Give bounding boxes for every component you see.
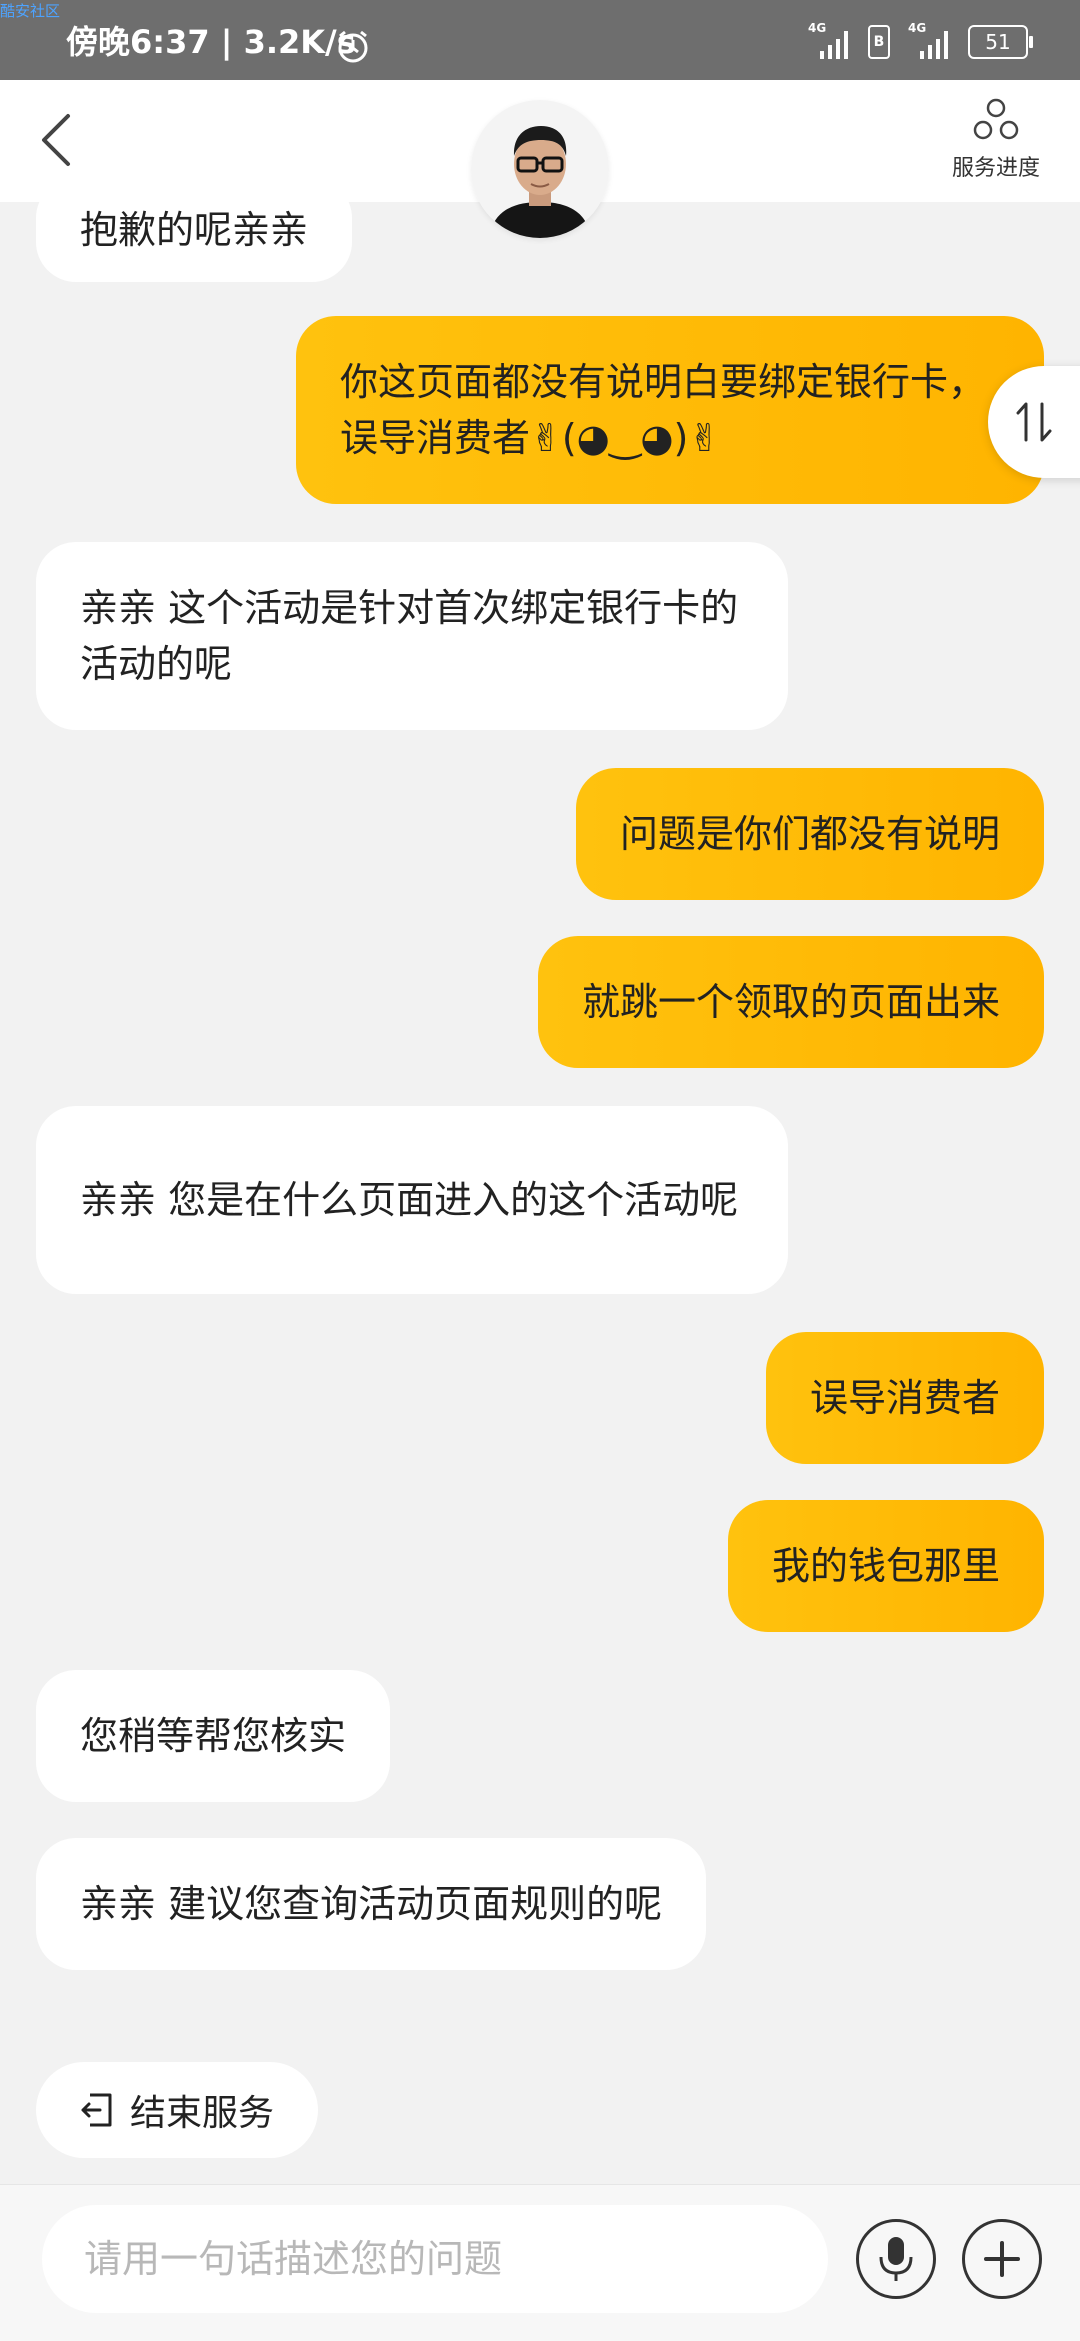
chat-message-list[interactable]: 抱歉的呢亲亲 你这页面都没有说明白要绑定银行卡，误导消费者✌(◕‿◕)✌ 亲亲 … bbox=[0, 202, 1080, 2032]
message-input-bar bbox=[0, 2184, 1080, 2341]
message-text: 抱歉的呢亲亲 bbox=[80, 208, 309, 252]
status-time-speed: 傍晚6:37 | 3.2K/s bbox=[66, 23, 356, 61]
user-message: 你这页面都没有说明白要绑定银行卡，误导消费者✌(◕‿◕)✌ bbox=[296, 316, 1044, 504]
chevron-left-icon bbox=[42, 114, 70, 166]
service-progress-icon bbox=[973, 98, 1019, 140]
message-text: 亲亲 这个活动是针对首次绑定银行卡的活动的呢 bbox=[80, 586, 739, 686]
user-message: 误导消费者 bbox=[765, 1332, 1044, 1464]
message-input[interactable] bbox=[42, 2205, 828, 2313]
person-photo-icon bbox=[471, 100, 609, 238]
user-message: 就跳一个领取的页面出来 bbox=[537, 936, 1044, 1068]
message-text: 亲亲 您是在什么页面进入的这个活动呢 bbox=[80, 1178, 739, 1222]
end-service-label: 结束服务 bbox=[130, 2093, 275, 2134]
agent-message: 您稍等帮您核实 bbox=[36, 1670, 391, 1802]
service-progress-button[interactable]: 服务进度 bbox=[926, 98, 1066, 182]
back-button[interactable] bbox=[30, 110, 90, 170]
microphone-icon bbox=[879, 2237, 913, 2281]
message-text: 就跳一个领取的页面出来 bbox=[581, 980, 1000, 1024]
more-options-button[interactable] bbox=[962, 2219, 1042, 2299]
message-text: 您稍等帮您核实 bbox=[80, 1714, 347, 1758]
cell-signal-icon: 4G bbox=[908, 21, 950, 59]
agent-message: 亲亲 您是在什么页面进入的这个活动呢 bbox=[36, 1106, 788, 1294]
nav-bar: 服务进度 bbox=[0, 80, 1080, 238]
message-text: 问题是你们都没有说明 bbox=[619, 812, 1000, 856]
battery-icon: 51 bbox=[968, 25, 1033, 59]
message-text: 我的钱包那里 bbox=[771, 1544, 1000, 1588]
watermark-text: 酷安社区 bbox=[0, 2, 61, 20]
swap-vertical-icon bbox=[1016, 402, 1052, 442]
end-service-button[interactable]: 结束服务 bbox=[36, 2062, 319, 2158]
status-icons: 4G B 4G 51 bbox=[808, 21, 1033, 62]
service-progress-label: 服务进度 bbox=[951, 156, 1040, 181]
user-message: 我的钱包那里 bbox=[727, 1500, 1044, 1632]
message-text: 误导消费者 bbox=[809, 1376, 1000, 1420]
message-text: 你这页面都没有说明白要绑定银行卡，误导消费者✌(◕‿◕)✌ bbox=[340, 360, 987, 460]
alarm-icon bbox=[336, 30, 370, 68]
cell-signal-icon: 4G bbox=[808, 21, 850, 59]
exit-icon bbox=[81, 2093, 112, 2127]
agent-message: 亲亲 这个活动是针对首次绑定银行卡的活动的呢 bbox=[36, 542, 788, 730]
agent-message: 亲亲 建议您查询活动页面规则的呢 bbox=[36, 1838, 707, 1970]
hd-icon: B bbox=[868, 25, 890, 59]
plus-icon bbox=[984, 2241, 1020, 2277]
user-message: 问题是你们都没有说明 bbox=[575, 768, 1044, 900]
message-text: 亲亲 建议您查询活动页面规则的呢 bbox=[80, 1882, 663, 1926]
agent-message: 抱歉的呢亲亲 bbox=[36, 202, 353, 282]
status-bar: 酷安社区 傍晚6:37 | 3.2K/s 4G B 4G 51 bbox=[0, 0, 1080, 80]
voice-input-button[interactable] bbox=[856, 2219, 936, 2299]
agent-avatar[interactable] bbox=[471, 100, 609, 238]
